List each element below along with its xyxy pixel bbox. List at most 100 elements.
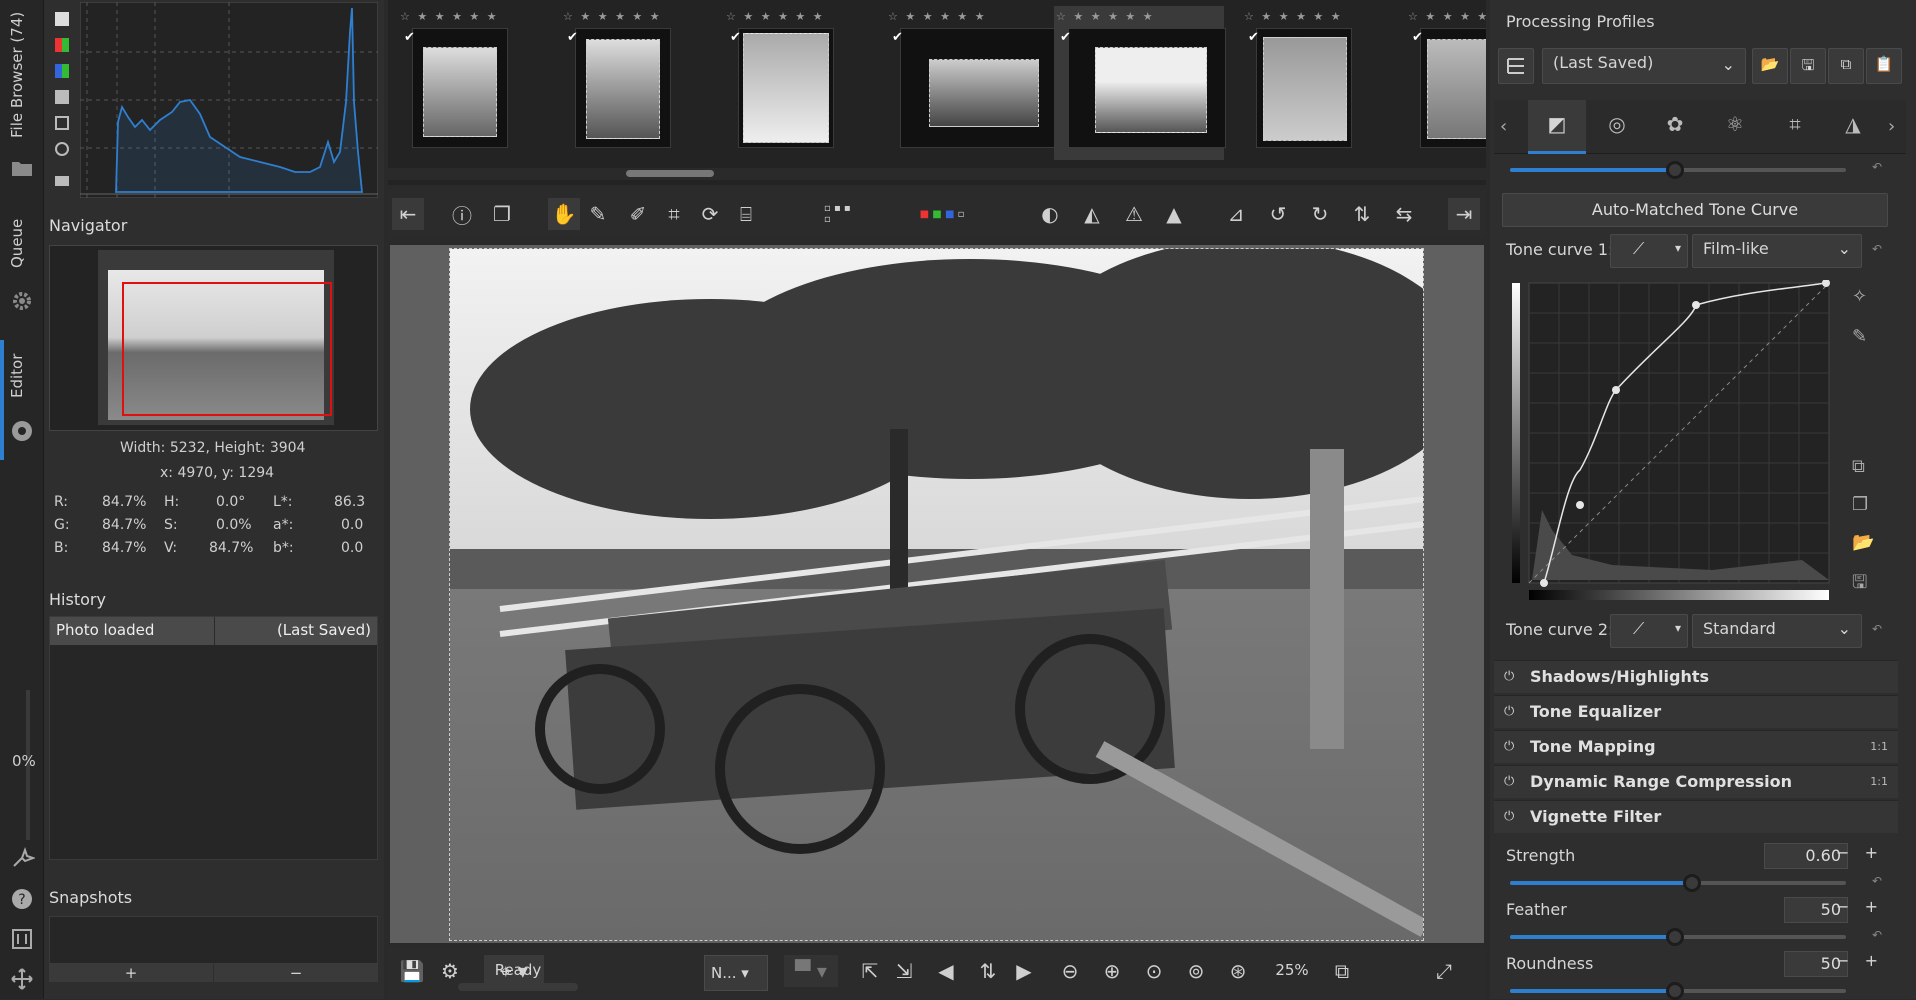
filmstrip-thumb[interactable]: ☆ ★ ★ ★ ★ ★ ✔ — [400, 8, 558, 158]
zoom-100-icon[interactable]: ⊛ — [1222, 955, 1254, 987]
sync-right-icon[interactable]: ⇲ — [888, 955, 920, 987]
rating-stars[interactable]: ☆ ★ ★ ★ ★ ★ — [726, 10, 825, 23]
load-profile-button[interactable]: 📂 — [1752, 48, 1788, 84]
minus-icon[interactable]: − — [1836, 897, 1849, 916]
shadow-clip-icon[interactable]: ◭ — [1076, 198, 1108, 230]
strength-stepper[interactable]: − + — [1836, 843, 1886, 862]
minus-icon[interactable]: − — [1836, 843, 1849, 862]
zoom-out-icon[interactable]: ⊖ — [1054, 955, 1086, 987]
aperture-icon[interactable] — [9, 418, 35, 444]
curve-point[interactable] — [1692, 301, 1700, 309]
save-image-icon[interactable]: 💾 — [396, 955, 428, 987]
highlight-warning-icon[interactable]: ▲ — [1158, 198, 1190, 230]
filmstrip-thumb-selected[interactable]: ☆ ★ ★ ★ ★ ★ ✔ — [1056, 8, 1226, 158]
feather-slider-knob[interactable] — [1666, 928, 1684, 946]
tab-details[interactable]: ◎ — [1592, 112, 1642, 136]
power-icon[interactable]: ⏻ — [1504, 704, 1514, 719]
rgb-channels-icon[interactable] — [55, 38, 69, 52]
curve-point[interactable] — [1540, 579, 1548, 587]
folder-icon[interactable] — [9, 155, 35, 181]
fullscreen-move-icon[interactable] — [9, 966, 35, 992]
previous-image-icon[interactable]: ◀ — [930, 955, 962, 987]
blue-channel-icon[interactable] — [55, 64, 69, 78]
warning-icon[interactable]: ⚠ — [1118, 198, 1150, 230]
help-icon[interactable]: ? — [9, 886, 35, 912]
linear-curve-icon[interactable]: ⧉ — [1852, 456, 1865, 477]
feather-stepper[interactable]: − + — [1836, 897, 1886, 916]
color-picker-icon[interactable]: ✐ — [622, 198, 654, 230]
tab-file-browser[interactable]: File Browser (74) — [8, 12, 26, 138]
copy-profile-button[interactable]: ⧉ — [1828, 48, 1864, 84]
tone-curve-1-mode-select[interactable]: Film-like ⌄ — [1692, 234, 1862, 268]
chevron-right-icon[interactable]: › — [1888, 116, 1895, 137]
flip-vertical-icon[interactable]: ⇅ — [1346, 198, 1378, 230]
preferences-icon[interactable] — [9, 926, 35, 952]
flip-horizontal-icon[interactable]: ⇆ — [1388, 198, 1420, 230]
curve-point[interactable] — [1612, 386, 1620, 394]
straighten-icon[interactable]: ⟳ — [694, 198, 726, 230]
filmstrip-thumb[interactable]: ☆ ★ ★ ★ ★ ★ ✔ — [726, 8, 884, 158]
slider-knob[interactable] — [1666, 161, 1684, 179]
minus-icon[interactable]: − — [1836, 951, 1849, 970]
rotate-right-icon[interactable]: ↻ — [1304, 198, 1336, 230]
tab-color[interactable]: ✿ — [1650, 112, 1700, 136]
filmstrip-scrollbar[interactable] — [388, 168, 1486, 180]
history-row[interactable]: Photo loaded (Last Saved) — [50, 617, 377, 645]
focus-mask-icon[interactable]: ◐ — [1034, 198, 1066, 230]
main-photo[interactable] — [449, 248, 1424, 941]
section-tone-equalizer[interactable]: ⏻ Tone Equalizer — [1494, 695, 1898, 728]
auto-matched-tone-curve-button[interactable]: Auto-Matched Tone Curve — [1502, 193, 1888, 227]
rotate-left-icon[interactable]: ↺ — [1262, 198, 1294, 230]
bar-toggle-icon[interactable] — [55, 176, 69, 186]
section-tone-mapping[interactable]: ⏻ Tone Mapping 1:1 — [1494, 730, 1898, 763]
tab-transform[interactable]: ⌗ — [1770, 112, 1820, 136]
scrollbar-thumb[interactable] — [626, 170, 714, 177]
navigator-preview[interactable] — [49, 245, 378, 431]
curve-point[interactable] — [1576, 501, 1584, 509]
mode-select[interactable]: N... ▾ — [704, 955, 768, 991]
rating-stars[interactable]: ☆ ★ ★ ★ ★ ★ — [1056, 10, 1155, 23]
gear-icon[interactable] — [9, 288, 35, 314]
hide-left-panel-icon[interactable]: ⇤ — [392, 198, 424, 230]
power-icon[interactable]: ⏻ — [1504, 809, 1514, 824]
open-curve-icon[interactable]: 📂 — [1852, 532, 1874, 553]
histogram-mode-icon[interactable] — [55, 12, 69, 26]
plus-icon[interactable]: + — [1865, 843, 1878, 862]
preview-background-icon[interactable]: ▫ ▪ ▪ ▫ — [824, 198, 856, 230]
picker-icon[interactable]: ✎ — [1852, 326, 1867, 347]
profile-list-button[interactable] — [1498, 48, 1534, 84]
save-profile-button[interactable]: 🖫 — [1790, 48, 1826, 84]
filmstrip-thumb[interactable]: ☆ ★ ★ ★ ★ ★ ✔ — [1244, 8, 1402, 158]
tab-editor[interactable]: Editor — [8, 354, 26, 398]
crop-guide-icon[interactable]: ⊿ — [1220, 198, 1252, 230]
zoom-fill-icon[interactable]: ⊚ — [1180, 955, 1212, 987]
tone-curve-editor[interactable] — [1512, 280, 1832, 602]
sync-left-icon[interactable]: ⇱ — [854, 955, 886, 987]
before-after-icon[interactable]: ❐ — [486, 198, 518, 230]
new-detail-window-icon[interactable] — [9, 845, 35, 871]
section-dynamic-range-compression[interactable]: ⏻ Dynamic Range Compression 1:1 — [1494, 765, 1898, 798]
plus-icon[interactable]: + — [1865, 951, 1878, 970]
section-vignette-filter[interactable]: ⏻ Vignette Filter — [1494, 800, 1898, 833]
tab-queue[interactable]: Queue — [8, 219, 26, 268]
next-image-icon[interactable]: ▶ — [1008, 955, 1040, 987]
navigator-viewport-box[interactable] — [122, 282, 332, 416]
save-curve-icon[interactable]: 🖫 — [1852, 570, 1867, 600]
rating-stars[interactable]: ☆ ★ ★ ★ ★ ★ — [563, 10, 662, 23]
rating-stars[interactable]: ☆ ★ ★ ★ ★ ★ — [400, 10, 499, 23]
paste-profile-button[interactable]: 📋 — [1866, 48, 1902, 84]
profile-select[interactable]: (Last Saved) ⌄ — [1542, 48, 1746, 84]
chroma-icon[interactable] — [55, 116, 69, 130]
filmstrip-thumb[interactable]: ☆ ★ ★ ★ ★ ★ ✔ — [1408, 8, 1486, 158]
luminance-icon[interactable] — [55, 90, 69, 104]
info-icon[interactable]: ⓘ — [446, 198, 478, 230]
edit-node-icon[interactable]: ✧ — [1852, 286, 1867, 307]
rating-stars[interactable]: ☆ ★ ★ ★ ★ ★ — [1244, 10, 1343, 23]
curve-type-2-button[interactable]: ⟋ ▾ — [1610, 614, 1688, 648]
reset-icon[interactable]: ↶ — [1872, 242, 1882, 256]
perspective-icon[interactable]: ⌸ — [730, 198, 762, 230]
remove-snapshot-button[interactable]: − — [214, 964, 378, 982]
new-window-icon[interactable]: ⧉ — [1326, 955, 1358, 987]
chevron-left-icon[interactable]: ‹ — [1500, 116, 1507, 137]
tab-exposure[interactable]: ◩ — [1528, 100, 1586, 154]
